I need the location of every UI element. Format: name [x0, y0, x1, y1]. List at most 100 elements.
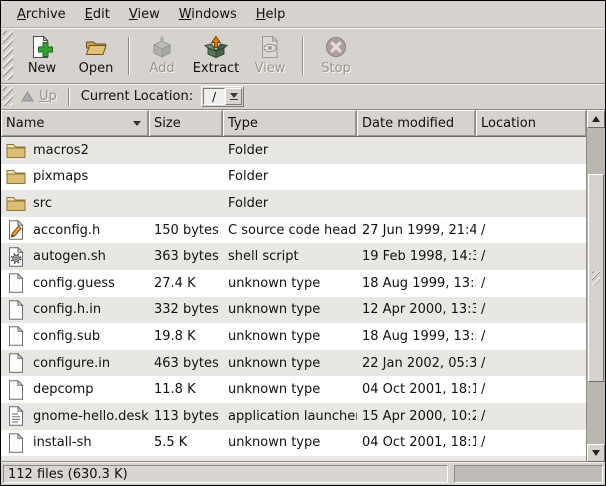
open-archive-icon	[84, 35, 108, 59]
file-date-cell: 12 Apr 2000, 13:36	[357, 302, 476, 317]
scroll-down-button[interactable]	[587, 444, 605, 462]
table-row[interactable]: macros2Folder	[1, 137, 586, 164]
file-type-cell: unknown type	[223, 302, 357, 317]
generic-file-icon	[6, 379, 26, 400]
table-row[interactable]: acconfig.h150 bytesC source code header2…	[1, 217, 586, 244]
table-row[interactable]: config.sub19.8 Kunknown type18 Aug 1999,…	[1, 323, 586, 350]
location-combo: /	[201, 86, 244, 107]
status-bar: 112 files (630.3 K)	[1, 462, 605, 485]
up-button-label: Up	[39, 89, 57, 104]
stop-button: Stop	[310, 32, 362, 80]
file-date-cell: 19 Feb 1998, 14:31	[357, 249, 476, 264]
file-name: autogen.sh	[33, 249, 106, 264]
folder-icon	[6, 140, 26, 161]
file-date-cell: 27 Jun 1999, 21:49	[357, 223, 476, 238]
new-button-label: New	[28, 61, 56, 76]
open-button-label: Open	[79, 61, 114, 76]
file-size-cell: 150 bytes	[149, 223, 223, 238]
table-row[interactable]: pixmapsFolder	[1, 164, 586, 191]
file-name-cell: macros2	[1, 140, 149, 161]
file-size-cell: 113 bytes	[149, 409, 223, 424]
column-header-name[interactable]: Name	[1, 110, 149, 136]
file-type-cell: unknown type	[223, 329, 357, 344]
file-list-area: Name Size Type Date modified Location ma…	[1, 110, 605, 462]
sort-descending-icon	[133, 121, 141, 126]
file-location-cell: /	[476, 302, 586, 317]
table-row[interactable]: autogen.sh363 bytesshell script19 Feb 19…	[1, 243, 586, 270]
folder-icon	[6, 193, 26, 214]
file-location-cell: /	[476, 223, 586, 238]
file-name-cell: gnome-hello.desktop	[1, 406, 149, 427]
file-size-cell: 19.8 K	[149, 329, 223, 344]
column-header-type[interactable]: Type	[223, 110, 357, 136]
file-location-cell: /	[476, 356, 586, 371]
file-date-cell: 22 Jan 2002, 05:35	[357, 356, 476, 371]
add-button: Add	[136, 32, 188, 80]
file-name-cell: autogen.sh	[1, 246, 149, 267]
file-name-cell: configure.in	[1, 353, 149, 374]
file-type-cell: unknown type	[223, 382, 357, 397]
file-size-cell: 332 bytes	[149, 302, 223, 317]
menu-edit[interactable]: Edit	[79, 4, 116, 25]
shell-script-icon	[6, 246, 26, 267]
stop-icon	[324, 35, 348, 59]
table-row[interactable]: depcomp11.8 Kunknown type04 Oct 2001, 18…	[1, 376, 586, 403]
column-header-size[interactable]: Size	[149, 110, 223, 136]
menu-windows[interactable]: Windows	[173, 4, 243, 25]
current-location-label: Current Location:	[81, 89, 193, 104]
stop-button-label: Stop	[321, 61, 351, 76]
file-name-cell: config.sub	[1, 326, 149, 347]
file-name-cell: install-sh	[1, 432, 149, 453]
file-date-cell: 15 Apr 2000, 10:21	[357, 409, 476, 424]
file-name: src	[33, 196, 52, 211]
scrollbar-thumb[interactable]	[588, 174, 604, 382]
menu-help[interactable]: Help	[250, 4, 292, 25]
file-date-cell: 04 Oct 2001, 18:12	[357, 435, 476, 450]
extract-button[interactable]: Extract	[190, 32, 242, 80]
location-bar: Up Current Location: /	[1, 84, 605, 110]
table-row[interactable]: configure.in463 bytesunknown type22 Jan …	[1, 350, 586, 377]
folder-icon	[6, 166, 26, 187]
new-archive-icon	[30, 35, 54, 59]
location-combo-value[interactable]: /	[203, 88, 225, 105]
generic-file-icon	[6, 273, 26, 294]
location-bar-drag-handle[interactable]	[3, 87, 13, 106]
column-header-date-modified[interactable]: Date modified	[357, 110, 476, 136]
up-arrow-icon	[21, 91, 34, 102]
table-row[interactable]: config.h.in 332 bytesunknown type12 Apr 2…	[1, 297, 586, 324]
menu-view[interactable]: View	[123, 4, 166, 25]
menu-archive[interactable]: Archive	[11, 4, 72, 25]
file-size-cell: 5.5 K	[149, 435, 223, 450]
file-type-cell: unknown type	[223, 356, 357, 371]
vertical-scrollbar[interactable]	[586, 110, 605, 462]
table-row[interactable]: install-sh5.5 Kunknown type04 Oct 2001, …	[1, 430, 586, 457]
file-date-cell: 18 Aug 1999, 13:53	[357, 329, 476, 344]
file-location-cell: /	[476, 276, 586, 291]
column-header-location[interactable]: Location	[476, 110, 586, 136]
scroll-up-icon	[592, 116, 600, 122]
file-type-cell: application launcher	[223, 409, 357, 424]
generic-file-icon	[6, 299, 26, 320]
table-row[interactable]: gnome-hello.desktop113 bytesapplication …	[1, 403, 586, 430]
table-row[interactable]: config.guess27.4 Kunknown type18 Aug 199…	[1, 270, 586, 297]
c-source-header-icon	[6, 220, 26, 241]
launcher-icon	[6, 406, 26, 427]
file-type-cell: C source code header	[223, 223, 357, 238]
toolbar-drag-handle[interactable]	[3, 31, 13, 80]
file-name: config.h.in	[33, 302, 101, 317]
file-name-cell: src	[1, 193, 149, 214]
table-row[interactable]: srcFolder	[1, 190, 586, 217]
file-date-cell: 18 Aug 1999, 13:53	[357, 276, 476, 291]
file-type-cell: unknown type	[223, 276, 357, 291]
add-files-icon	[150, 35, 174, 59]
scroll-up-button[interactable]	[587, 110, 605, 128]
file-location-cell: /	[476, 329, 586, 344]
location-combo-dropdown[interactable]	[225, 88, 242, 105]
file-type-cell: unknown type	[223, 435, 357, 450]
location-bar-separator	[68, 88, 70, 106]
file-rows: macros2FolderpixmapsFoldersrcFolderaccon…	[1, 137, 586, 462]
new-button[interactable]: New	[16, 32, 68, 80]
open-button[interactable]: Open	[70, 32, 122, 80]
file-date-cell: 04 Oct 2001, 18:12	[357, 382, 476, 397]
extract-icon	[204, 35, 228, 59]
